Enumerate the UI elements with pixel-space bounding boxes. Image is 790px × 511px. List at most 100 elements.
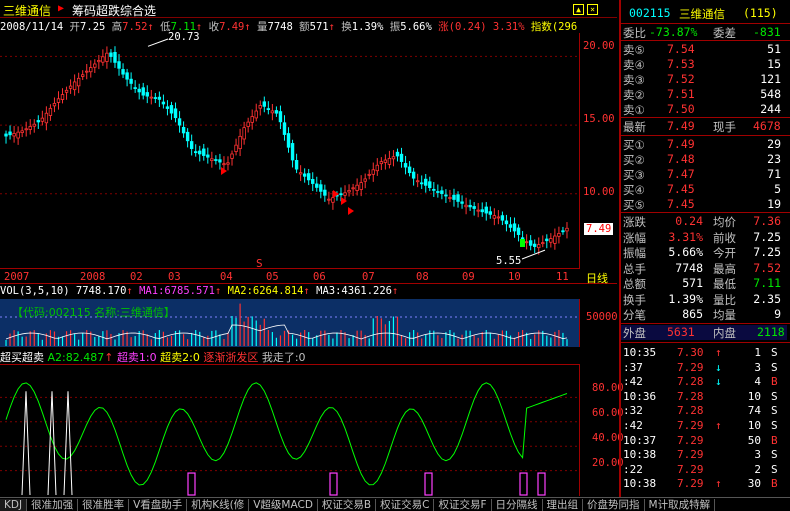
candle-body xyxy=(561,230,565,233)
candle-body xyxy=(379,161,384,165)
candle-body xyxy=(246,121,250,127)
formula-name[interactable]: 筹码超跌综合选 xyxy=(72,2,156,19)
tick-time: :37 xyxy=(623,360,643,374)
tick-side: S xyxy=(771,404,778,418)
tick-time: 10:37 xyxy=(623,433,657,447)
tick-direction-icon: ↑ xyxy=(715,346,722,359)
candle-body xyxy=(101,56,105,63)
candle-body xyxy=(8,131,12,136)
sell-level-row: 卖④ 7.53 15 xyxy=(621,57,787,72)
indicator-chaomai1: 超卖1:0 xyxy=(116,351,157,364)
index-value: (296 xyxy=(551,21,578,33)
sell-level-price: 7.51 xyxy=(667,87,695,101)
candle-body xyxy=(532,243,537,247)
indicator-header: 超买超卖 A2:82.487↑ 超卖1:0 超卖2:0 逐渐浙发区 我走了:0 xyxy=(0,349,590,364)
sell-level-volume: 244 xyxy=(760,102,781,116)
tab[interactable]: V看盘助手 xyxy=(129,499,188,511)
change-value: (0.24) xyxy=(448,21,487,33)
candle-body xyxy=(218,159,222,163)
buy-level-volume: 19 xyxy=(767,197,781,211)
tab-kdj[interactable]: KDJ xyxy=(0,499,28,511)
high-value: 7.52 xyxy=(122,21,148,33)
price-tick: 15.00 xyxy=(583,113,615,125)
tab[interactable]: M计取成特解 xyxy=(645,499,716,511)
expand-arrow-icon[interactable]: ▶ xyxy=(58,3,64,14)
candle-body xyxy=(258,105,262,109)
price-tick: 20.00 xyxy=(583,40,615,52)
tab[interactable]: 权证交易F xyxy=(434,499,492,511)
tick-side: S xyxy=(771,419,778,432)
kline-svg[interactable] xyxy=(0,33,579,268)
kline-chart[interactable] xyxy=(0,33,580,269)
quote-info-bar: 2008/11/14 开7.25 高7.52↑ 低7.11↑ 收7.49↑ 量7… xyxy=(0,19,580,33)
stock-name[interactable]: 三维通信 xyxy=(3,2,51,19)
change-label: 涨 xyxy=(438,21,449,33)
tab[interactable]: V超级MACD xyxy=(249,499,318,511)
stat-label: 最低 xyxy=(713,277,736,291)
candle-body xyxy=(565,227,569,232)
indicator-tabs: KDJ 很准加强 很准胜率 V看盘助手 机构K线(修 V超级MACD 权证交易B 权证交易C 权… xyxy=(0,497,790,511)
candle-body xyxy=(444,194,448,197)
candle-body xyxy=(254,110,258,119)
tick-time: :32 xyxy=(623,404,643,418)
candle-body xyxy=(198,150,202,155)
stat-value: 7.36 xyxy=(753,214,781,228)
sell-level-price: 7.50 xyxy=(667,102,695,116)
tab[interactable]: 理出组 xyxy=(543,499,584,511)
high-leader-line xyxy=(147,38,169,47)
indicator-title[interactable]: 超买超卖 xyxy=(0,351,44,364)
candle-body xyxy=(480,209,484,213)
sell-level-volume: 121 xyxy=(760,72,781,86)
quote-header: 002115 三维通信 (115) xyxy=(621,6,787,21)
change-pct: 3.31% xyxy=(492,21,525,33)
tick-side: B xyxy=(771,433,778,447)
minimize-icon[interactable]: ▲ xyxy=(573,4,584,15)
candle-body xyxy=(290,143,295,161)
candle-body xyxy=(85,70,89,73)
candle-body xyxy=(367,173,371,176)
tick-side: B xyxy=(771,375,778,389)
stat-value: 7748 xyxy=(675,260,703,275)
candle-body xyxy=(24,128,28,131)
candle-body xyxy=(492,215,497,219)
tab[interactable]: 权证交易B xyxy=(318,499,377,511)
candle-body xyxy=(89,67,93,73)
indicator-chart[interactable] xyxy=(0,364,580,496)
tick-volume: 50 xyxy=(747,433,761,447)
vol-title[interactable]: VOL(3,5,10) xyxy=(0,285,70,297)
stat-row: 涨幅 3.31% 前收 7.25 xyxy=(621,230,787,245)
tab[interactable]: 很准胜率 xyxy=(78,499,130,511)
candle-body xyxy=(36,120,41,123)
tick-direction-icon: ↑ xyxy=(715,419,722,432)
stat-label: 总额 xyxy=(623,277,646,291)
amount-value: 571 xyxy=(309,21,329,33)
sell-level-price: 7.54 xyxy=(667,42,695,56)
close-icon[interactable]: × xyxy=(587,4,598,15)
candle-body xyxy=(121,69,125,75)
tab[interactable]: 权证交易C xyxy=(376,499,435,511)
tab[interactable]: 日分隔线 xyxy=(492,499,543,511)
buy-level-label: 买⑤ xyxy=(623,198,645,212)
candle-body xyxy=(4,133,8,137)
tab[interactable]: 机构K线(修 xyxy=(187,499,250,511)
stat-label: 前收 xyxy=(713,230,736,245)
tab[interactable]: 价盘势同指 xyxy=(583,499,645,511)
indicator-a2-line xyxy=(5,382,568,486)
tab[interactable]: 很准加强 xyxy=(27,499,79,511)
weibi-label: 委比 xyxy=(623,26,646,40)
candle-body xyxy=(72,81,77,91)
candle-body xyxy=(424,178,428,186)
oversold-marker xyxy=(329,472,338,496)
stat-row: 换手 1.39% 量比 2.35 xyxy=(621,292,787,307)
candle-body xyxy=(153,97,158,99)
oversold-marker xyxy=(424,472,433,496)
buy-level-volume: 29 xyxy=(767,137,781,151)
period-button[interactable]: 日线 xyxy=(586,270,608,286)
weicha-label: 委差 xyxy=(713,26,736,40)
tick-row: 10:37 7.29 50 B xyxy=(621,434,787,448)
candle-body xyxy=(28,126,32,130)
stock-code: 002115 xyxy=(629,6,671,20)
stat-value: 7.25 xyxy=(753,229,781,244)
open-label: 开 xyxy=(69,21,81,33)
stat-row: 涨跌 0.24 均价 7.36 xyxy=(621,214,787,229)
